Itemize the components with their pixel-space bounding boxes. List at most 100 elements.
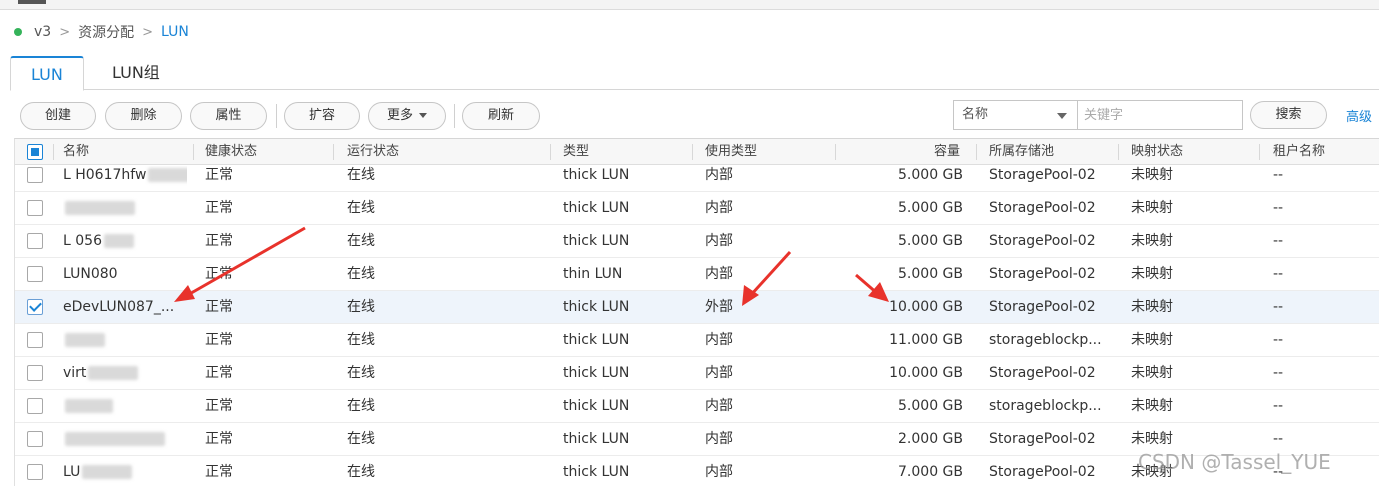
- column-header-health[interactable]: 健康状态: [205, 139, 257, 165]
- cell-name-text: L H0617hfw: [63, 167, 147, 183]
- cell-health-text: 正常: [205, 365, 233, 381]
- cell-health-text: 正常: [205, 266, 233, 282]
- cell-pool-text: StoragePool-02: [989, 299, 1096, 315]
- select-all-checkbox[interactable]: [27, 144, 43, 160]
- column-header-type[interactable]: 类型: [563, 139, 589, 165]
- cell-pool-text: StoragePool-02: [989, 365, 1096, 381]
- search-input[interactable]: [1077, 100, 1243, 130]
- cell-pool-text: StoragePool-02: [989, 167, 1096, 183]
- row-checkbox[interactable]: [27, 365, 43, 381]
- tab-lun-group[interactable]: LUN组: [92, 56, 180, 90]
- cell-capacity: 5.000 GB: [855, 225, 963, 257]
- properties-button[interactable]: 属性: [190, 102, 267, 130]
- column-header-pool[interactable]: 所属存储池: [989, 139, 1054, 165]
- column-header-name[interactable]: 名称: [63, 139, 89, 165]
- window-top-bar: [0, 0, 1379, 10]
- column-header-tenant[interactable]: 租户名称: [1273, 139, 1325, 165]
- advanced-search-link[interactable]: 高级: [1346, 106, 1372, 125]
- cell-pool-text: storageblockp...: [989, 332, 1102, 348]
- search-button[interactable]: 搜索: [1250, 101, 1327, 129]
- cell-name: [63, 324, 187, 356]
- cell-type-text: thick LUN: [563, 398, 630, 414]
- cell-usage-text: 内部: [705, 431, 733, 447]
- expand-button[interactable]: 扩容: [284, 102, 360, 130]
- chevron-down-icon: [419, 113, 427, 118]
- row-checkbox[interactable]: [27, 299, 43, 315]
- cell-pool: StoragePool-02: [989, 357, 1111, 389]
- row-checkbox[interactable]: [27, 266, 43, 282]
- menu-icon[interactable]: [18, 0, 46, 4]
- table-row[interactable]: 正常 在线 thick LUN 内部 5.000 GB storageblockp... 未…: [15, 390, 1379, 423]
- column-divider: [53, 144, 54, 160]
- cell-usage-text: 外部: [705, 299, 733, 315]
- delete-button[interactable]: 删除: [105, 102, 182, 130]
- cell-name: eDevLUN087_...: [63, 291, 187, 323]
- cell-tenant: --: [1273, 390, 1373, 422]
- create-button[interactable]: 创建: [20, 102, 96, 130]
- search-field-select[interactable]: 名称: [953, 100, 1077, 130]
- cell-health: 正常: [205, 225, 325, 257]
- cell-usage: 内部: [705, 324, 825, 356]
- table-row[interactable]: virt 正常 在线 thick LUN 内部 10.000 GB StoragePool-…: [15, 357, 1379, 390]
- row-checkbox[interactable]: [27, 233, 43, 249]
- breadcrumb-resource-allocation[interactable]: 资源分配: [78, 22, 134, 42]
- column-header-capacity[interactable]: 容量: [895, 139, 960, 165]
- redacted-text-blur: [65, 333, 105, 347]
- breadcrumb-device[interactable]: v3: [34, 24, 51, 40]
- cell-health: 正常: [205, 166, 325, 191]
- redacted-text-blur: [65, 201, 135, 215]
- breadcrumb-current: LUN: [161, 24, 189, 40]
- cell-tenant-text: --: [1273, 233, 1284, 249]
- column-header-mapping[interactable]: 映射状态: [1131, 139, 1183, 165]
- cell-capacity-text: 5.000 GB: [898, 167, 963, 183]
- cell-pool-text: StoragePool-02: [989, 464, 1096, 480]
- cell-pool: StoragePool-02: [989, 225, 1111, 257]
- table-row[interactable]: L 056 正常 在线 thick LUN 内部 5.000 GB StoragePool-…: [15, 225, 1379, 258]
- column-header-usage[interactable]: 使用类型: [705, 139, 757, 165]
- row-checkbox[interactable]: [27, 332, 43, 348]
- table-row[interactable]: LUN080 正常 在线 thin LUN 内部 5.000 GB StoragePool-…: [15, 258, 1379, 291]
- row-checkbox[interactable]: [27, 167, 43, 183]
- breadcrumb: v3 > 资源分配 > LUN: [14, 20, 189, 44]
- cell-capacity: 5.000 GB: [855, 192, 963, 224]
- column-divider: [1259, 144, 1260, 160]
- more-dropdown-button[interactable]: 更多: [368, 102, 446, 130]
- cell-running-text: 在线: [347, 266, 375, 282]
- cell-pool: StoragePool-02: [989, 423, 1111, 455]
- cell-mapping: 未映射: [1131, 390, 1251, 422]
- cell-usage: 内部: [705, 225, 825, 257]
- chevron-right-icon: >: [59, 24, 71, 40]
- cell-pool: storageblockp...: [989, 324, 1111, 356]
- row-checkbox[interactable]: [27, 464, 43, 480]
- table-row[interactable]: eDevLUN087_... 正常 在线 thick LUN 外部 10.000 GB St…: [15, 291, 1379, 324]
- cell-running: 在线: [347, 225, 537, 257]
- cell-health-text: 正常: [205, 431, 233, 447]
- column-divider: [835, 144, 836, 160]
- cell-capacity-text: 2.000 GB: [898, 431, 963, 447]
- cell-usage: 内部: [705, 390, 825, 422]
- cell-usage: 内部: [705, 423, 825, 455]
- cell-pool: StoragePool-02: [989, 456, 1111, 486]
- table-row[interactable]: 正常 在线 thick LUN 内部 5.000 GB StoragePool-02 未映射…: [15, 192, 1379, 225]
- cell-mapping-text: 未映射: [1131, 266, 1173, 282]
- row-checkbox[interactable]: [27, 431, 43, 447]
- column-header-running[interactable]: 运行状态: [347, 139, 399, 165]
- tab-lun[interactable]: LUN: [10, 56, 84, 91]
- cell-mapping-text: 未映射: [1131, 365, 1173, 381]
- cell-mapping-text: 未映射: [1131, 332, 1173, 348]
- table-row[interactable]: 正常 在线 thick LUN 内部 11.000 GB storageblockp...…: [15, 324, 1379, 357]
- chevron-down-icon: [1057, 113, 1067, 119]
- column-divider: [976, 144, 977, 160]
- row-checkbox[interactable]: [27, 200, 43, 216]
- cell-type: thick LUN: [563, 291, 683, 323]
- cell-tenant: --: [1273, 166, 1373, 191]
- cell-type-text: thick LUN: [563, 365, 630, 381]
- cell-name: L 056: [63, 225, 187, 257]
- cell-usage-text: 内部: [705, 200, 733, 216]
- cell-usage: 内部: [705, 258, 825, 290]
- table-row[interactable]: L H0617hfw 正常 在线 thick LUN 内部 5.000 GB Storage…: [15, 166, 1379, 192]
- cell-pool: storageblockp...: [989, 390, 1111, 422]
- refresh-button[interactable]: 刷新: [462, 102, 540, 130]
- cell-type: thick LUN: [563, 357, 683, 389]
- row-checkbox[interactable]: [27, 398, 43, 414]
